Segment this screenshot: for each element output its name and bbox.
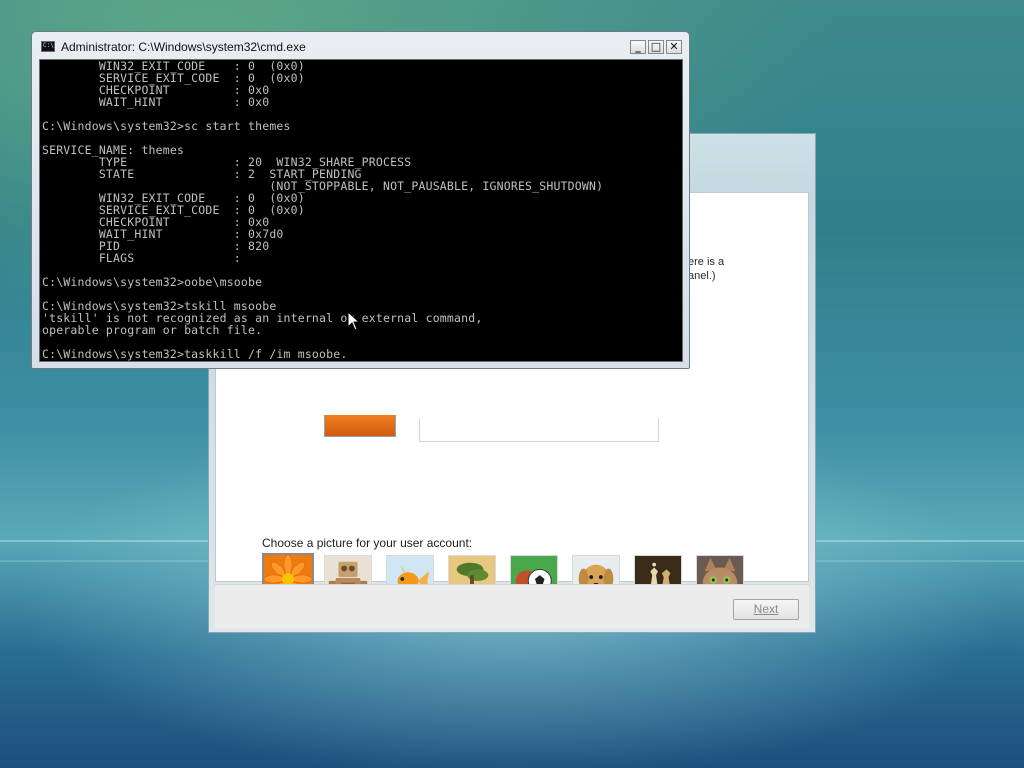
console-line: WAIT_HINT : 0x0 (42, 95, 270, 109)
cmd-app-icon: C:\ (41, 41, 55, 52)
user-name-field[interactable] (419, 418, 659, 442)
close-button[interactable]: ✕ (666, 40, 682, 54)
cmd-window-title: Administrator: C:\Windows\system32\cmd.e… (61, 40, 306, 54)
close-icon: ✕ (669, 40, 679, 53)
mouse-cursor-icon (347, 311, 361, 331)
cmd-title-bar[interactable]: C:\ Administrator: C:\Windows\system32\c… (32, 32, 689, 59)
console-line: FLAGS : (42, 251, 241, 265)
minimize-icon: _ (635, 40, 641, 53)
choose-picture-label: Choose a picture for your user account: (262, 536, 473, 550)
console-area[interactable]: WIN32_EXIT_CODE : 0 (0x0) SERVICE_EXIT_C… (39, 59, 683, 362)
oobe-partial-text-2: anel.) (688, 270, 716, 282)
oobe-partial-text-1: ere is a (688, 256, 725, 268)
user-account-picture (324, 415, 396, 437)
minimize-button[interactable]: _ (630, 40, 646, 54)
console-line: C:\Windows\system32>oobe\msoobe (42, 275, 263, 289)
console-line: C:\Windows\system32>taskkill /f /im msoo… (42, 347, 348, 361)
maximize-button[interactable]: □ (648, 40, 664, 54)
console-output: WIN32_EXIT_CODE : 0 (0x0) SERVICE_EXIT_C… (40, 60, 603, 360)
console-line: operable program or batch file. (42, 323, 263, 337)
next-button[interactable]: Next (733, 599, 799, 620)
console-line: C:\Windows\system32>sc start themes (42, 119, 291, 133)
oobe-footer: Next (215, 584, 809, 628)
maximize-icon: □ (650, 40, 662, 53)
